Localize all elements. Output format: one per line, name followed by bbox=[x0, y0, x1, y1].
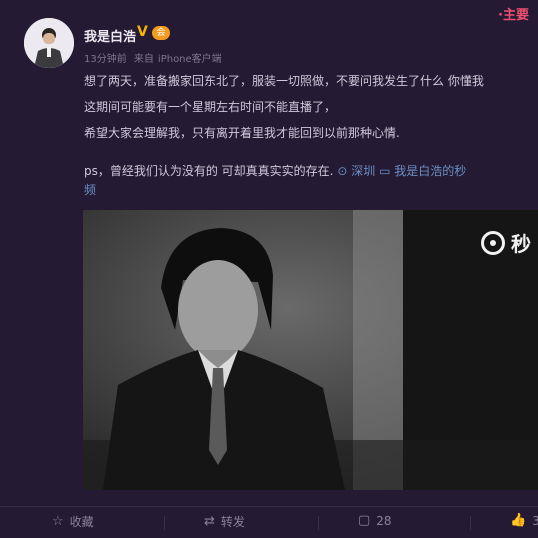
post-time[interactable]: 13分钟前 bbox=[84, 54, 127, 65]
ps-text: ps，曾经我们认为没有的 可却真真实实的存在. bbox=[84, 164, 334, 178]
video-player[interactable]: 秒 bbox=[83, 210, 538, 490]
separator bbox=[318, 516, 319, 530]
repost-icon: ⇄ bbox=[204, 514, 215, 529]
corner-tag[interactable]: ·主要 bbox=[498, 4, 538, 26]
action-bar: ☆ 收藏 ⇄ 转发 ▢ 28 👍 3 bbox=[0, 506, 538, 538]
separator bbox=[164, 516, 165, 530]
verified-icon: V bbox=[137, 24, 148, 40]
comment-icon: ▢ bbox=[358, 513, 371, 528]
video-link-cont[interactable]: 频 bbox=[84, 180, 96, 200]
source-prefix: 来自 bbox=[133, 54, 154, 65]
location-pin-icon: ⊙ bbox=[337, 164, 348, 178]
separator bbox=[470, 516, 471, 530]
location-text: 深圳 bbox=[351, 164, 376, 178]
post-text: 想了两天，准备搬家回东北了，服装一切照做，不要问我发生了什么 你懂我 这期间可能… bbox=[84, 68, 538, 146]
like-button[interactable]: 👍 3 bbox=[510, 513, 538, 528]
location-link[interactable]: ⊙ 深圳 bbox=[337, 164, 379, 178]
post-line-2: 这期间可能要有一个星期左右时间不能直播了， bbox=[84, 100, 337, 114]
comment-button[interactable]: ▢ 28 bbox=[358, 513, 392, 528]
post-line-1: 想了两天，准备搬家回东北了，服装一切照做，不要问我发生了什么 你懂我 bbox=[84, 74, 484, 88]
video-link-text: 我是白浩的秒 bbox=[394, 164, 467, 178]
avatar[interactable] bbox=[24, 18, 74, 68]
username[interactable]: 我是白浩 bbox=[84, 26, 136, 45]
favorite-button[interactable]: ☆ 收藏 bbox=[52, 513, 94, 530]
like-icon: 👍 bbox=[510, 513, 527, 528]
repost-button[interactable]: ⇄ 转发 bbox=[204, 513, 245, 530]
star-icon: ☆ bbox=[52, 514, 64, 529]
ps-line: ps，曾经我们认为没有的 可却真真实实的存在. ⊙ 深圳 ▭ 我是白浩的秒 bbox=[84, 161, 538, 181]
post-meta: 13分钟前 来自 iPhone客户端 bbox=[84, 50, 226, 65]
video-link[interactable]: ▭ 我是白浩的秒 bbox=[379, 164, 466, 178]
post-line-3: 希望大家会理解我，只有离开着里我才能回到以前那种心情. bbox=[84, 126, 400, 140]
video-icon: ▭ bbox=[379, 164, 391, 178]
vip-badge-icon: 会 bbox=[152, 26, 170, 40]
miaopai-logo-icon bbox=[481, 230, 505, 255]
video-watermark: 秒 bbox=[481, 228, 531, 257]
post-source[interactable]: iPhone客户端 bbox=[158, 54, 222, 65]
